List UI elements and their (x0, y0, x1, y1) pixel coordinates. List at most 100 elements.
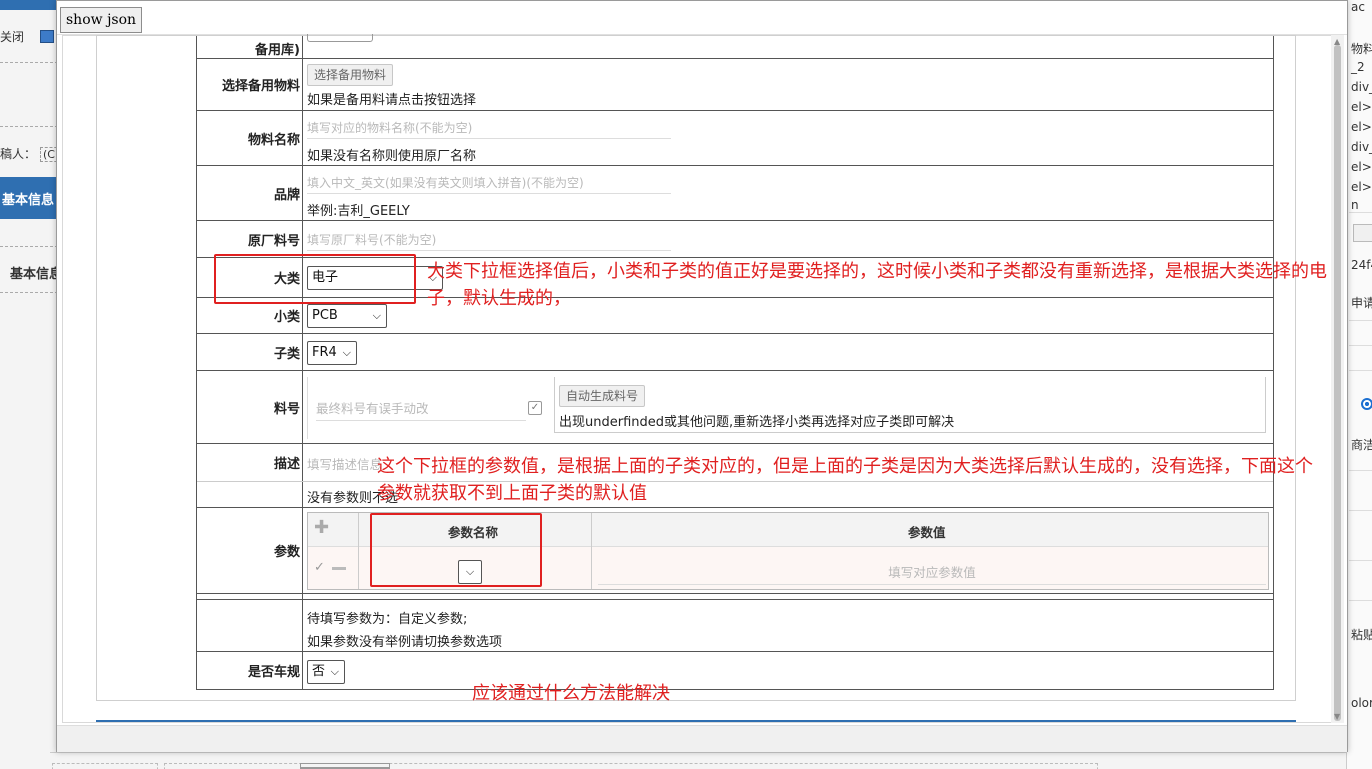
divider (1349, 370, 1372, 371)
right-text: el> (1351, 100, 1372, 114)
scroll-thumb[interactable] (1334, 45, 1341, 721)
annotation-note1: 大类下拉框选择值后，小类和子类的值正好是要选择的，这时候小类和子类都没有重新选择… (427, 261, 1327, 309)
mfr-part-input[interactable]: 填写原厂料号(不能为空) (307, 229, 671, 251)
auto-part-box: 自动生成料号 出现underfinded或其他问题,重新选择小类再选择对应子类即… (554, 377, 1266, 433)
bottom-cell (52, 763, 158, 769)
brand-label: 品牌 (197, 166, 303, 220)
description-label: 描述 (197, 444, 303, 481)
material-form: 备用库) 选择备用物料 选择备用物料 如果是备用料请点击按钮选择 物料名称 填写… (196, 34, 1274, 690)
radio-button[interactable] (1361, 398, 1372, 410)
owner-field: 稿人： (C) (0, 145, 63, 162)
material-name-hint: 如果没有名称则使用原厂名称 (307, 149, 477, 164)
right-text: el> (1351, 160, 1372, 174)
part-number-label: 料号 (197, 371, 303, 443)
auto-generate-button[interactable]: 自动生成料号 (559, 385, 646, 407)
show-json-button[interactable]: show json (60, 7, 143, 33)
save-icon[interactable] (40, 30, 54, 43)
subcategory-value: PCB (312, 308, 338, 323)
right-text: ac (1351, 0, 1365, 14)
tab-basic-info[interactable]: 基本信息 (0, 177, 58, 219)
owner-label: 稿人： (0, 147, 37, 161)
annotation-note3: 应该通过什么方法能解决 (472, 683, 670, 704)
background-bottom-strip (50, 752, 1346, 769)
highlight-category (214, 254, 416, 304)
chevron-down-icon: ⌵ (372, 309, 381, 322)
pending-label-cell (197, 600, 303, 651)
divider (1349, 320, 1372, 321)
right-text: 申请 (1351, 296, 1372, 310)
dialog-status-bar (57, 725, 1347, 752)
confirm-icon[interactable]: ✓ (314, 560, 325, 575)
mfr-part-label: 原厂料号 (197, 221, 303, 257)
right-text: _2 (1351, 60, 1365, 74)
bottom-cell (300, 763, 390, 769)
chevron-down-icon: ⌵ (342, 346, 351, 359)
divider (0, 126, 58, 127)
remove-row-icon[interactable] (332, 567, 346, 570)
chevron-down-icon: ⌵ (330, 665, 339, 678)
paste-link[interactable]: 粘贴 (1351, 626, 1372, 643)
part-number-input[interactable]: 最终料号有误手动改 (316, 397, 526, 421)
pending-params-line2: 如果参数没有举例请切换参数选项 (307, 635, 503, 650)
right-button[interactable] (1353, 224, 1372, 242)
divider (1349, 212, 1372, 213)
pending-params-line1: 待填写参数为：自定义参数; (307, 612, 468, 627)
dialog-toolbar: show json (57, 1, 1347, 35)
row-select-backup: 选择备用物料 选择备用物料 如果是备用料请点击按钮选择 (197, 59, 1273, 111)
row-part-number: 料号 最终料号有误手动改 ✓ 自动生成料号 出现underfinded或其他问题… (197, 371, 1273, 444)
vehicle-grade-value: 否 (312, 664, 326, 679)
divider (0, 292, 58, 293)
select-backup-button[interactable]: 选择备用物料 (307, 64, 394, 86)
params-label: 参数 (197, 508, 303, 593)
brand-hint: 举例:吉利_GEELY (307, 204, 410, 219)
subclass-select[interactable]: FR4 ⌵ (307, 341, 357, 365)
subclass-value: FR4 (312, 345, 337, 360)
basic-info-section[interactable]: 基本信息 (10, 263, 62, 282)
divider (1349, 470, 1372, 471)
material-dialog: show json 备用库) 选择备用物料 选择备用物料 如果是备用料请点击按钮… (56, 0, 1348, 752)
edit-icon[interactable]: ✓ (528, 401, 542, 415)
right-text: 商洁 (1351, 438, 1372, 452)
no-params-label-cell (197, 482, 303, 507)
form-panel: 备用库) 选择备用物料 选择备用物料 如果是备用料请点击按钮选择 物料名称 填写… (96, 34, 1327, 704)
param-value-input[interactable]: 填写对应参数值 (598, 561, 1266, 585)
vehicle-grade-select[interactable]: 否 ⌵ (307, 660, 345, 684)
background-right-panel: ac 物料 _2 div_ el> el> div_ el> el> n 24f… (1346, 0, 1372, 769)
row-vehicle-grade: 是否车规 否 ⌵ (197, 652, 1273, 690)
divider (0, 246, 58, 247)
part-number-box: 最终料号有误手动改 ✓ (307, 377, 547, 439)
select-backup-hint: 如果是备用料请点击按钮选择 (307, 93, 477, 108)
right-text: div_ (1351, 140, 1372, 154)
right-text: 24f4 (1351, 258, 1372, 272)
divider (358, 513, 359, 589)
right-text: el> (1351, 120, 1372, 134)
spacer-label-cell (197, 594, 303, 599)
right-text: el> (1351, 180, 1372, 194)
row-pending-params: 待填写参数为：自定义参数; 如果参数没有举例请切换参数选项 (197, 600, 1273, 652)
vehicle-grade-label: 是否车规 (197, 652, 303, 689)
description-input[interactable]: 填写描述信息 (307, 454, 382, 473)
material-name-label: 物料名称 (197, 111, 303, 165)
highlight-param-name (370, 513, 542, 587)
subcategory-select[interactable]: PCB ⌵ (307, 304, 387, 328)
param-value-header: 参数值 (908, 525, 946, 540)
material-name-input[interactable]: 填写对应的物料名称(不能为空) (307, 117, 671, 139)
scroll-down-icon[interactable]: ▼ (1334, 712, 1340, 721)
backup-lib-select[interactable] (307, 34, 373, 42)
scrollbar[interactable]: ▲ ▼ (1331, 35, 1344, 723)
brand-input[interactable]: 填入中文_英文(如果没有英文则填入拼音)(不能为空) (307, 172, 671, 194)
add-row-icon[interactable]: ✚ (314, 519, 329, 537)
right-text: 物料 (1351, 42, 1372, 56)
divider (591, 513, 592, 589)
divider (0, 62, 58, 63)
row-brand: 品牌 填入中文_英文(如果没有英文则填入拼音)(不能为空) 举例:吉利_GEEL… (197, 166, 1273, 221)
row-backup-lib: 备用库) (197, 34, 1273, 59)
divider (1349, 560, 1372, 561)
subclass-label: 子类 (197, 334, 303, 370)
select-backup-label: 选择备用物料 (197, 59, 303, 110)
right-text: n (1351, 198, 1359, 212)
backup-lib-label: 备用库) (197, 36, 303, 58)
right-text: olor (1351, 696, 1372, 710)
close-label[interactable]: 关闭 (0, 28, 24, 45)
right-text: div_ (1351, 80, 1372, 94)
